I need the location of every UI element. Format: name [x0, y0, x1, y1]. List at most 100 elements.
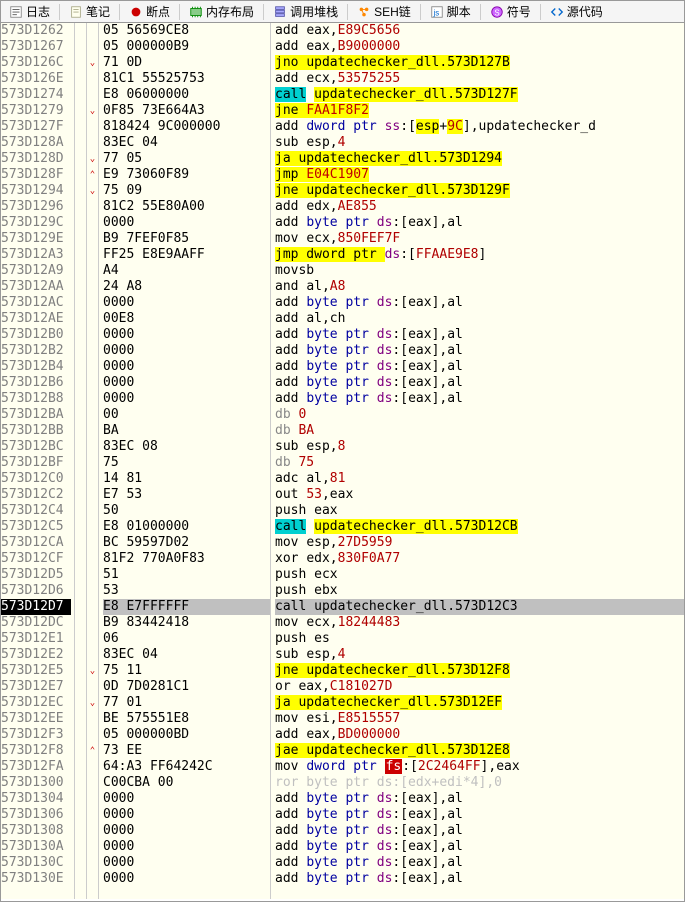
disassembly-cell[interactable]: jmp E04C1907	[275, 167, 684, 183]
address-cell[interactable]: 573D128F	[1, 167, 71, 183]
bytes-cell[interactable]: 64:A3 FF64242C	[103, 759, 270, 775]
address-cell[interactable]: 573D12D7	[1, 599, 71, 615]
address-cell[interactable]: 573D12CA	[1, 535, 71, 551]
bytes-cell[interactable]: 0000	[103, 375, 270, 391]
bytes-cell[interactable]: E8 E7FFFFFF	[103, 599, 270, 615]
disassembly-cell[interactable]: push ebx	[275, 583, 684, 599]
address-cell[interactable]: 573D12EC	[1, 695, 71, 711]
bytes-cell[interactable]: BA	[103, 423, 270, 439]
disassembly-cell[interactable]: add byte ptr ds:[eax],al	[275, 791, 684, 807]
bytes-cell[interactable]: 0000	[103, 823, 270, 839]
tab-log[interactable]: 日志	[3, 2, 56, 21]
address-cell[interactable]: 573D12B6	[1, 375, 71, 391]
bytes-cell[interactable]: 53	[103, 583, 270, 599]
bytes-cell[interactable]: 06	[103, 631, 270, 647]
address-cell[interactable]: 573D12C5	[1, 519, 71, 535]
bytes-cell[interactable]: FF25 E8E9AAFF	[103, 247, 270, 263]
disassembly-cell[interactable]: sub esp,4	[275, 647, 684, 663]
address-cell[interactable]: 573D126E	[1, 71, 71, 87]
bytes-cell[interactable]: E8 01000000	[103, 519, 270, 535]
disassembly-cell[interactable]: add dword ptr ss:[esp+9C],updatechecker_…	[275, 119, 684, 135]
bytes-cell[interactable]: 0000	[103, 855, 270, 871]
bytes-cell[interactable]: 77 05	[103, 151, 270, 167]
disassembly-cell[interactable]: push ecx	[275, 567, 684, 583]
address-cell[interactable]: 573D129E	[1, 231, 71, 247]
disassembly-cell[interactable]: add eax,BD000000	[275, 727, 684, 743]
address-cell[interactable]: 573D12E5	[1, 663, 71, 679]
disassembly-cell[interactable]: ja updatechecker_dll.573D12EF	[275, 695, 684, 711]
disassembly-cell[interactable]: add byte ptr ds:[eax],al	[275, 823, 684, 839]
address-cell[interactable]: 573D12BA	[1, 407, 71, 423]
bytes-cell[interactable]: C00CBA 00	[103, 775, 270, 791]
bytes-cell[interactable]: E7 53	[103, 487, 270, 503]
address-cell[interactable]: 573D1262	[1, 23, 71, 39]
bytes-cell[interactable]: 0000	[103, 327, 270, 343]
disassembly-cell[interactable]: sub esp,8	[275, 439, 684, 455]
address-cell[interactable]: 573D12FA	[1, 759, 71, 775]
disassembly-cell[interactable]: mov esi,E8515557	[275, 711, 684, 727]
disassembly-cell[interactable]: call updatechecker_dll.573D12C3	[275, 599, 684, 615]
disassembly-cell[interactable]: mov esp,27D5959	[275, 535, 684, 551]
bytes-cell[interactable]: 0000	[103, 391, 270, 407]
disassembly-cell[interactable]: jae updatechecker_dll.573D12E8	[275, 743, 684, 759]
bytes-cell[interactable]: 05 000000BD	[103, 727, 270, 743]
disassembly-cell[interactable]: add byte ptr ds:[eax],al	[275, 871, 684, 887]
disassembly-cell[interactable]: add eax,B9000000	[275, 39, 684, 55]
address-cell[interactable]: 573D12AE	[1, 311, 71, 327]
disassembly-cell[interactable]: jne updatechecker_dll.573D129F	[275, 183, 684, 199]
address-cell[interactable]: 573D1304	[1, 791, 71, 807]
bytes-cell[interactable]: 83EC 08	[103, 439, 270, 455]
disassembly-cell[interactable]: add byte ptr ds:[eax],al	[275, 807, 684, 823]
disassembly-cell[interactable]: add eax,E89C5656	[275, 23, 684, 39]
tab-source[interactable]: 源代码	[544, 2, 609, 21]
bytes-cell[interactable]: 14 81	[103, 471, 270, 487]
disassembly-cell[interactable]: and al,A8	[275, 279, 684, 295]
bytes-cell[interactable]: 00E8	[103, 311, 270, 327]
disassembly-cell[interactable]: add edx,AE855	[275, 199, 684, 215]
disassembly-cell[interactable]: add byte ptr ds:[eax],al	[275, 343, 684, 359]
disassembly-cell[interactable]: ror byte ptr ds:[edx+edi*4],0	[275, 775, 684, 791]
disassembly-cell[interactable]: movsb	[275, 263, 684, 279]
bytes-cell[interactable]: 0000	[103, 839, 270, 855]
address-cell[interactable]: 573D12F3	[1, 727, 71, 743]
disassembly-cell[interactable]: call updatechecker_dll.573D12CB	[275, 519, 684, 535]
disassembly-cell[interactable]: add byte ptr ds:[eax],al	[275, 295, 684, 311]
bytes-cell[interactable]: B9 7FEF0F85	[103, 231, 270, 247]
address-cell[interactable]: 573D12F8	[1, 743, 71, 759]
bytes-cell[interactable]: 0000	[103, 807, 270, 823]
address-cell[interactable]: 573D12BC	[1, 439, 71, 455]
bytes-cell[interactable]: 81C1 55525753	[103, 71, 270, 87]
address-cell[interactable]: 573D12BF	[1, 455, 71, 471]
bytes-cell[interactable]: 83EC 04	[103, 135, 270, 151]
address-cell[interactable]: 573D128A	[1, 135, 71, 151]
tab-breakpoints[interactable]: 断点	[123, 2, 176, 21]
tab-symbols[interactable]: S符号	[484, 2, 537, 21]
address-cell[interactable]: 573D12AC	[1, 295, 71, 311]
disassembly-cell[interactable]: add byte ptr ds:[eax],al	[275, 855, 684, 871]
disassembly-cell[interactable]: mov ecx,850FEF7F	[275, 231, 684, 247]
bytes-cell[interactable]: B9 83442418	[103, 615, 270, 631]
disassembly-cell[interactable]: add byte ptr ds:[eax],al	[275, 215, 684, 231]
bytes-cell[interactable]: 75	[103, 455, 270, 471]
address-cell[interactable]: 573D12B0	[1, 327, 71, 343]
address-cell[interactable]: 573D127F	[1, 119, 71, 135]
bytes-cell[interactable]: E8 06000000	[103, 87, 270, 103]
address-cell[interactable]: 573D1279	[1, 103, 71, 119]
tab-seh[interactable]: SEH链	[351, 2, 417, 21]
bytes-cell[interactable]: 00	[103, 407, 270, 423]
address-cell[interactable]: 573D1306	[1, 807, 71, 823]
disassembly-cell[interactable]: mov dword ptr fs:[2C2464FF],eax	[275, 759, 684, 775]
disassembly-cell[interactable]: add ecx,53575255	[275, 71, 684, 87]
bytes-cell[interactable]: 0000	[103, 343, 270, 359]
bytes-cell[interactable]: 0D 7D0281C1	[103, 679, 270, 695]
address-cell[interactable]: 573D12C2	[1, 487, 71, 503]
disassembly-cell[interactable]: or eax,C181027D	[275, 679, 684, 695]
bytes-cell[interactable]: A4	[103, 263, 270, 279]
address-cell[interactable]: 573D12DC	[1, 615, 71, 631]
bytes-cell[interactable]: 81F2 770A0F83	[103, 551, 270, 567]
bytes-cell[interactable]: 73 EE	[103, 743, 270, 759]
address-cell[interactable]: 573D12C4	[1, 503, 71, 519]
address-cell[interactable]: 573D12D5	[1, 567, 71, 583]
disassembly-cell[interactable]: db BA	[275, 423, 684, 439]
disassembly-cell[interactable]: call updatechecker_dll.573D127F	[275, 87, 684, 103]
